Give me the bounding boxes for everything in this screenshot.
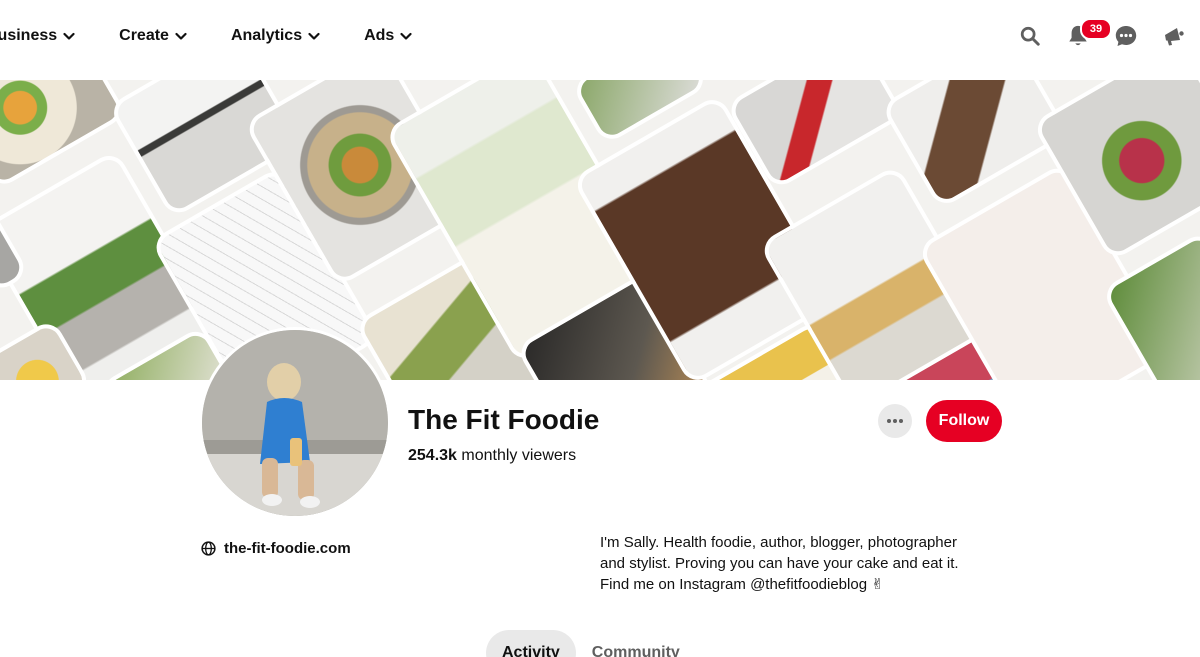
viewers-label: monthly viewers — [461, 447, 577, 464]
nav-actions: 39 — [1018, 18, 1186, 48]
top-navigation: Business Create Analytics Ads 39 — [0, 0, 1200, 80]
nav-menu-business[interactable]: Business — [0, 27, 75, 45]
nav-menus: Business Create Analytics Ads — [0, 27, 456, 45]
notifications-button[interactable]: 39 — [1066, 18, 1112, 48]
chevron-down-icon — [63, 32, 75, 40]
profile-name: The Fit Foodie — [408, 404, 600, 435]
tab-community[interactable]: Community — [576, 630, 696, 657]
tab-activity[interactable]: Activity — [486, 630, 576, 657]
chevron-down-icon — [175, 32, 187, 40]
profile-avatar[interactable] — [199, 327, 391, 519]
nav-menu-analytics[interactable]: Analytics — [231, 27, 320, 45]
chevron-down-icon — [308, 32, 320, 40]
profile-bio: I'm Sally. Health foodie, author, blogge… — [600, 532, 1000, 595]
updates-button[interactable] — [1162, 24, 1186, 48]
viewers-count: 254.3k — [408, 447, 457, 464]
avatar-photo — [202, 330, 388, 516]
nav-menu-label: Business — [0, 27, 58, 44]
profile-tabs: Activity Community — [486, 630, 696, 657]
nav-menu-ads[interactable]: Ads — [364, 27, 412, 45]
website-link[interactable]: the-fit-foodie.com — [201, 540, 351, 557]
monthly-viewers: 254.3k monthly viewers — [408, 447, 576, 465]
more-options-button[interactable] — [878, 404, 912, 438]
follow-button[interactable]: Follow — [926, 400, 1002, 442]
cover-image — [0, 80, 1200, 380]
chat-icon — [1115, 26, 1137, 46]
messages-button[interactable] — [1114, 24, 1138, 48]
ellipsis-icon — [887, 419, 903, 423]
nav-menu-label: Ads — [364, 27, 395, 44]
chevron-down-icon — [400, 32, 412, 40]
search-icon — [1020, 26, 1040, 46]
nav-menu-label: Analytics — [230, 27, 303, 44]
bio-line: and stylist. Proving you can have your c… — [600, 555, 959, 572]
notification-count-badge: 39 — [1080, 18, 1112, 40]
website-url: the-fit-foodie.com — [224, 540, 351, 557]
globe-icon — [201, 541, 216, 556]
bio-line: Find me on Instagram @thefitfoodieblog ✌ — [600, 576, 884, 593]
nav-menu-label: Create — [119, 27, 169, 44]
search-button[interactable] — [1018, 24, 1042, 48]
bio-line: I'm Sally. Health foodie, author, blogge… — [600, 534, 957, 551]
megaphone-icon — [1165, 28, 1184, 46]
nav-menu-create[interactable]: Create — [119, 27, 187, 45]
